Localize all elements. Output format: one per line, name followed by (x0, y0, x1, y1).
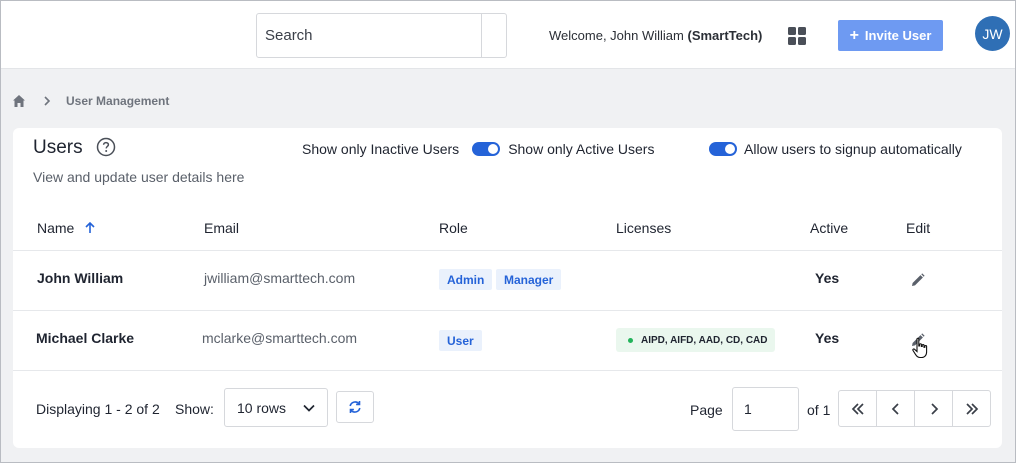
column-header-name[interactable]: Name (37, 220, 96, 236)
breadcrumb: User Management (12, 94, 169, 108)
inactive-users-label: Show only Inactive Users (302, 141, 460, 157)
page-number-input[interactable] (732, 387, 799, 431)
invite-user-label: Invite User (864, 28, 932, 43)
chevron-left-icon (891, 402, 899, 415)
signup-toggle[interactable] (709, 142, 737, 156)
welcome-text: Welcome, John William (SmartTech) (549, 28, 762, 43)
help-icon[interactable] (96, 137, 116, 157)
user-avatar[interactable]: JW (975, 16, 1010, 51)
column-header-active: Active (810, 220, 849, 236)
user-email: mclarke@smarttech.com (202, 330, 358, 346)
divider (13, 370, 1002, 371)
page-total: of 1 (807, 402, 831, 418)
chevron-down-icon (303, 404, 315, 412)
home-icon[interactable] (12, 94, 26, 108)
role-badge: Manager (496, 269, 562, 290)
search-input[interactable] (257, 14, 482, 57)
welcome-user: Welcome, John William (549, 28, 684, 43)
page-label: Page (690, 402, 723, 418)
page-title: Users (33, 137, 83, 158)
welcome-org: (SmartTech) (687, 28, 763, 43)
previous-page-button[interactable] (877, 391, 915, 426)
active-filter-toggle-group: Show only Inactive Users Show only Activ… (302, 141, 654, 157)
rows-per-page-value: 10 rows (237, 399, 287, 416)
role-badge: Admin (439, 269, 493, 290)
show-label: Show: (175, 401, 214, 417)
role-badge: User (439, 330, 482, 351)
column-header-edit: Edit (906, 220, 931, 236)
search-box[interactable] (256, 13, 507, 58)
pencil-icon[interactable] (910, 273, 925, 288)
divider (13, 310, 1002, 311)
refresh-button[interactable] (336, 391, 374, 423)
sort-ascending-icon[interactable] (84, 222, 96, 234)
column-header-email: Email (204, 220, 240, 236)
active-status: Yes (815, 330, 840, 346)
chevron-right-icon (930, 402, 938, 415)
active-status: Yes (815, 270, 840, 286)
chevron-right-icon (44, 96, 51, 106)
column-header-role: Role (439, 220, 468, 236)
rows-per-page-select[interactable]: 10 rows (224, 388, 328, 427)
search-divider (481, 14, 482, 57)
column-header-licenses: Licenses (616, 220, 672, 236)
license-badge: AIPD, AIFD, AAD, CD, CAD (616, 328, 776, 352)
divider (13, 250, 1002, 251)
signup-toggle-group: Allow users to signup automatically (709, 141, 962, 157)
breadcrumb-current: User Management (66, 94, 170, 108)
double-chevron-right-icon (965, 402, 978, 415)
page-subtitle: View and update user details here (33, 169, 245, 185)
plus-icon: + (849, 26, 859, 44)
user-email: jwilliam@smarttech.com (204, 270, 356, 286)
users-card: Users View and update user details here … (13, 128, 1002, 448)
display-count: Displaying 1 - 2 of 2 (36, 401, 160, 417)
invite-user-button[interactable]: + Invite User (838, 20, 943, 51)
last-page-button[interactable] (953, 391, 990, 426)
signup-label: Allow users to signup automatically (744, 141, 962, 157)
user-name: Michael Clarke (36, 330, 135, 346)
user-name: John William (37, 270, 124, 286)
apps-grid-icon[interactable] (788, 27, 806, 45)
pagination-controls (838, 390, 991, 427)
license-list: AIPD, AIFD, AAD, CD, CAD (641, 334, 768, 346)
active-users-label: Show only Active Users (508, 141, 655, 157)
active-users-toggle[interactable] (472, 142, 501, 156)
first-page-button[interactable] (839, 391, 877, 426)
next-page-button[interactable] (915, 391, 953, 426)
hand-cursor-icon (912, 337, 928, 359)
refresh-icon (349, 401, 361, 413)
status-dot-icon (628, 337, 633, 343)
double-chevron-left-icon (851, 402, 864, 415)
top-header: Welcome, John William (SmartTech) + Invi… (1, 1, 1015, 69)
